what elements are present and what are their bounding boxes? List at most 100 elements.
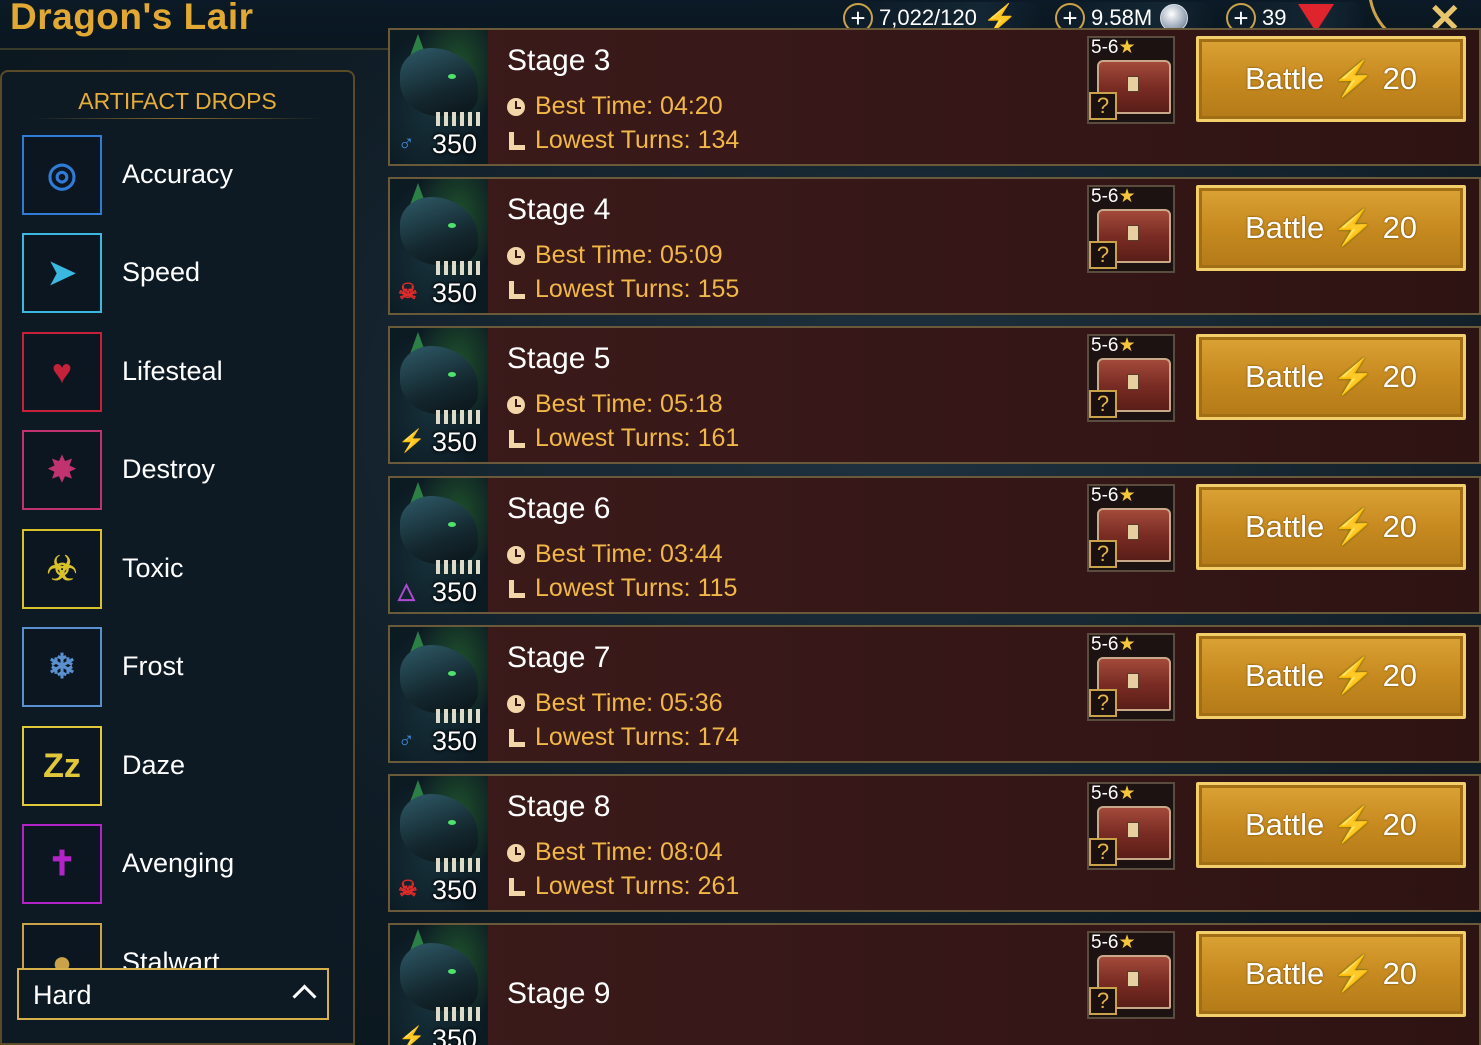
best-time-text: Best Time: 08:04 [535, 838, 723, 866]
drop-rank: 5-6★ [1091, 782, 1136, 805]
star-icon: ★ [1118, 932, 1136, 953]
battle-label: Battle [1244, 210, 1325, 245]
stage-row: ⚡ 350 Stage 9 5-6★ ? Battle ⚡ 20 [388, 923, 1481, 1045]
reward-chest[interactable]: 5-6★ ? [1087, 484, 1175, 572]
difficulty-select[interactable]: Hard [17, 968, 329, 1020]
artifact-drop-accuracy[interactable]: ◎ Accuracy [22, 135, 342, 215]
energy-cost: 20 [1382, 210, 1418, 245]
clock-icon [507, 546, 525, 564]
stage-list[interactable]: ♂ 350 Stage 3 Best Time: 04:20 Lowest Tu… [388, 0, 1481, 1045]
chest-lock [1127, 971, 1139, 987]
dragon-head [400, 794, 478, 862]
difficulty-value: Hard [33, 980, 92, 1010]
battle-button[interactable]: Battle ⚡ 20 [1196, 931, 1466, 1017]
dragon-portrait: ☠ 350 [390, 179, 488, 313]
dragon-teeth [436, 261, 480, 275]
question-icon: ? [1089, 838, 1117, 866]
battle-button[interactable]: Battle ⚡ 20 [1196, 484, 1466, 570]
reward-chest[interactable]: 5-6★ ? [1087, 185, 1175, 273]
lightning-icon: ⚡ [1332, 508, 1375, 546]
lowest-turns: Lowest Turns: 161 [507, 424, 739, 453]
reward-chest[interactable]: 5-6★ ? [1087, 782, 1175, 870]
affinity-magic-icon: ♂ [398, 130, 415, 155]
lowest-turns-text: Lowest Turns: 155 [535, 275, 740, 303]
battle-button[interactable]: Battle ⚡ 20 [1196, 334, 1466, 420]
artifact-drops-title: ARTIFACT DROPS [78, 88, 277, 114]
question-icon: ? [1089, 540, 1117, 568]
drop-rank-text: 5-6 [1091, 932, 1119, 953]
best-time: Best Time: 05:18 [507, 390, 723, 419]
dragon-eye [448, 223, 456, 228]
artifact-drop-label: Lifesteal [122, 356, 223, 386]
question-icon: ? [1089, 689, 1117, 717]
battle-button[interactable]: Battle ⚡ 20 [1196, 633, 1466, 719]
dragon-portrait: △ 350 [390, 478, 488, 612]
energy-cost: 20 [1382, 956, 1418, 991]
dragon-eye [448, 74, 456, 79]
lightning-icon: ⚡ [1332, 60, 1375, 98]
chest-lock [1127, 822, 1139, 838]
drop-rank-text: 5-6 [1091, 634, 1119, 655]
dragon-teeth [436, 1007, 480, 1021]
artifact-drop-lifesteal[interactable]: ♥ Lifesteal [22, 332, 342, 412]
dragon-eye [448, 671, 456, 676]
artifact-drop-frost[interactable]: ❄ Frost [22, 627, 342, 707]
artifact-drop-daze[interactable]: Zz Daze [22, 726, 342, 806]
drop-rank: 5-6★ [1091, 36, 1136, 59]
clock-icon [507, 98, 525, 116]
stage-row: ☠ 350 Stage 4 Best Time: 05:09 Lowest Tu… [388, 177, 1481, 315]
turns-icon [507, 132, 525, 150]
energy-cost: 20 [1382, 61, 1418, 96]
battle-label: Battle [1244, 509, 1325, 544]
question-icon: ? [1089, 241, 1117, 269]
lowest-turns-text: Lowest Turns: 134 [535, 126, 740, 154]
chest-lock [1127, 673, 1139, 689]
battle-label: Battle [1244, 61, 1325, 96]
reward-chest[interactable]: 5-6★ ? [1087, 334, 1175, 422]
best-time-text: Best Time: 05:18 [535, 390, 723, 418]
frost-icon: ❄ [22, 627, 102, 707]
stage-name: Stage 8 [507, 790, 611, 823]
artifact-drop-avenging[interactable]: ✝ Avenging [22, 824, 342, 904]
stage-row: △ 350 Stage 6 Best Time: 03:44 Lowest Tu… [388, 476, 1481, 614]
dragon-head [400, 645, 478, 713]
battle-label: Battle [1244, 658, 1325, 693]
artifact-drop-label: Destroy [122, 454, 216, 484]
turns-icon [507, 430, 525, 448]
chevron-up-icon [292, 984, 317, 1009]
battle-button[interactable]: Battle ⚡ 20 [1196, 36, 1466, 122]
daze-icon: Zz [22, 726, 102, 806]
drop-rank: 5-6★ [1091, 633, 1136, 656]
enemy-power: 350 [432, 577, 478, 607]
artifact-drop-speed[interactable]: ➤ Speed [22, 233, 342, 313]
enemy-power: 350 [432, 1024, 478, 1045]
energy-cost: 20 [1382, 807, 1418, 842]
stage-name: Stage 5 [507, 342, 611, 375]
enemy-power: 350 [432, 427, 478, 457]
reward-chest[interactable]: 5-6★ ? [1087, 633, 1175, 721]
dragon-head [400, 197, 478, 265]
artifact-drop-destroy[interactable]: ✸ Destroy [22, 430, 342, 510]
stage-name: Stage 9 [507, 977, 611, 1010]
battle-button[interactable]: Battle ⚡ 20 [1196, 185, 1466, 271]
drop-rank-text: 5-6 [1091, 485, 1119, 506]
dragon-portrait: ♂ 350 [390, 627, 488, 761]
drop-rank: 5-6★ [1091, 185, 1136, 208]
star-icon: ★ [1118, 186, 1136, 207]
artifact-drop-toxic[interactable]: ☣ Toxic [22, 529, 342, 609]
accuracy-icon: ◎ [22, 135, 102, 215]
dragon-head [400, 346, 478, 414]
drop-rank: 5-6★ [1091, 484, 1136, 507]
best-time-text: Best Time: 03:44 [535, 540, 723, 568]
star-icon: ★ [1118, 485, 1136, 506]
reward-chest[interactable]: 5-6★ ? [1087, 931, 1175, 1019]
lowest-turns: Lowest Turns: 115 [507, 574, 737, 603]
turns-icon [507, 281, 525, 299]
battle-button[interactable]: Battle ⚡ 20 [1196, 782, 1466, 868]
best-time: Best Time: 05:36 [507, 689, 723, 718]
lowest-turns-text: Lowest Turns: 174 [535, 723, 740, 751]
artifact-drops-panel: ARTIFACT DROPS ◎ Accuracy ➤ Speed ♥ Lifesteal… [0, 70, 355, 1045]
question-icon: ? [1089, 390, 1117, 418]
best-time-text: Best Time: 05:09 [535, 241, 723, 269]
reward-chest[interactable]: 5-6★ ? [1087, 36, 1175, 124]
